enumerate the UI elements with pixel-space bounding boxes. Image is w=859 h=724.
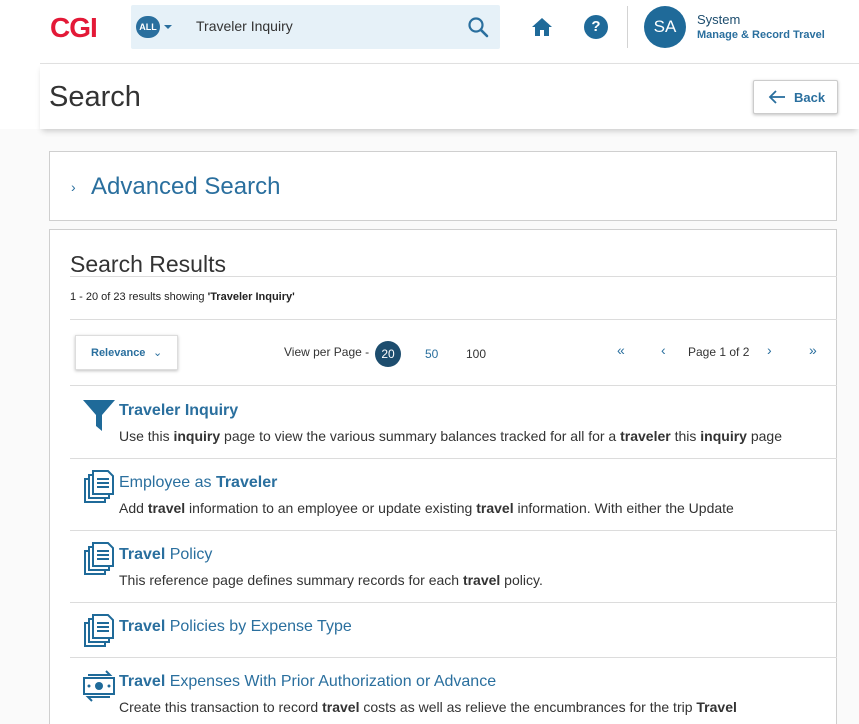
document-stack-icon: [84, 614, 114, 647]
search-icon[interactable]: [467, 16, 489, 38]
sort-dropdown[interactable]: Relevance ⌄: [75, 335, 178, 370]
last-page-icon[interactable]: »: [809, 342, 817, 358]
document-stack-icon: [84, 470, 114, 503]
result-description-part: travel: [476, 500, 514, 516]
result-description-part: Add: [119, 500, 148, 516]
divider: [70, 319, 837, 320]
result-description-part: Use this: [119, 428, 174, 444]
first-page-icon[interactable]: «: [617, 342, 625, 358]
result-title-link[interactable]: Travel Policies by Expense Type: [119, 618, 352, 636]
result-description-part: travel: [147, 500, 186, 516]
results-count: 1 - 20 of 23 results showing: [70, 291, 208, 303]
result-title-link[interactable]: Travel Expenses With Prior Authorization…: [119, 673, 496, 691]
result-row[interactable]: Travel Policy This reference page defines…: [70, 530, 837, 602]
result-title-part: Policy: [165, 546, 213, 563]
result-title-part: Traveler: [215, 474, 278, 491]
home-icon[interactable]: [530, 16, 554, 38]
search-results-title: Search Results: [70, 251, 226, 277]
top-bar: CGI ALL Traveler Inquiry ? SA System Man…: [0, 0, 859, 64]
divider: [70, 276, 837, 277]
result-row[interactable]: Traveler Inquiry Use this inquiry page to…: [70, 386, 837, 458]
result-description-part: policy.: [500, 572, 543, 588]
chevron-right-icon[interactable]: ›: [71, 179, 76, 195]
result-title-part: Expenses With Prior Authorization or Adv…: [165, 673, 497, 690]
previous-page-icon[interactable]: ‹: [661, 342, 666, 358]
cgi-logo[interactable]: CGI: [50, 12, 98, 44]
result-title-part: Travel: [119, 673, 166, 690]
user-name: System: [697, 12, 741, 27]
result-description-part: travel: [462, 572, 501, 588]
result-title-part: Policies by Expense Type: [165, 618, 352, 635]
header-divider: [627, 6, 628, 48]
user-role: Manage & Record Travel: [697, 29, 825, 41]
back-button[interactable]: Back: [753, 80, 838, 114]
advanced-search-title[interactable]: Advanced Search: [91, 173, 280, 201]
result-title-part: Travel: [119, 618, 166, 635]
page-size-50[interactable]: 50: [425, 347, 438, 361]
page-size-20[interactable]: 20: [375, 341, 401, 367]
result-description-part: inquiry: [173, 428, 221, 444]
page-size-100[interactable]: 100: [466, 347, 486, 361]
search-input[interactable]: Traveler Inquiry: [196, 18, 293, 34]
result-description: Create this transaction to record travel…: [119, 699, 737, 715]
chevron-down-icon: ⌄: [153, 347, 163, 359]
page-title: Search: [49, 81, 141, 113]
filter-funnel-icon: [83, 400, 115, 431]
result-row[interactable]: Travel Expenses With Prior Authorization…: [70, 657, 837, 724]
result-description-part: information to an employee or update exi…: [185, 500, 477, 516]
document-stack-icon: [84, 542, 114, 575]
arrow-left-icon: [768, 90, 785, 104]
next-page-icon[interactable]: ›: [767, 342, 772, 358]
advanced-search-panel[interactable]: › Advanced Search: [49, 151, 837, 221]
result-description-part: This reference page defines summary reco…: [119, 572, 463, 588]
user-avatar[interactable]: SA: [644, 6, 686, 48]
result-title-link[interactable]: Travel Policy: [119, 546, 212, 564]
result-description-part: travel: [322, 699, 360, 715]
result-description-part: traveler: [620, 428, 671, 444]
result-title-part: Traveler Inquiry: [119, 402, 239, 419]
search-results-panel: Search Results 1 - 20 of 23 results show…: [49, 229, 837, 724]
results-query: 'Traveler Inquiry': [207, 291, 295, 303]
result-description-part: this: [670, 428, 701, 444]
result-description: Use this inquiry page to view the variou…: [119, 428, 782, 444]
sort-label: Relevance: [91, 347, 146, 359]
result-title-part: Employee as: [119, 474, 216, 491]
result-title-part: Travel: [119, 546, 166, 563]
result-row[interactable]: Employee as Traveler Add travel informati…: [70, 458, 837, 530]
back-label: Back: [794, 90, 826, 105]
results-summary: 1 - 20 of 23 results showing 'Traveler I…: [70, 291, 295, 303]
result-title-link[interactable]: Traveler Inquiry: [119, 402, 238, 420]
result-row[interactable]: Travel Policies by Expense Type: [70, 602, 837, 657]
result-description: Add travel information to an employee or…: [119, 500, 734, 516]
result-title-link[interactable]: Employee as Traveler: [119, 474, 277, 492]
result-description-part: page to view the various summary balance…: [220, 428, 621, 444]
result-description-part: information. With either the Update: [513, 500, 734, 516]
search-scope-dropdown[interactable]: ALL: [136, 16, 160, 38]
global-search-box[interactable]: ALL Traveler Inquiry: [131, 5, 500, 49]
result-description-part: Travel: [696, 699, 737, 715]
result-description-part: costs as well as relieve the encumbrance…: [359, 699, 697, 715]
view-per-page-label: View per Page -: [284, 345, 370, 359]
result-description-part: page: [746, 428, 782, 444]
money-transfer-icon: [83, 670, 115, 702]
help-icon[interactable]: ?: [584, 15, 608, 39]
result-description-part: Create this transaction to record: [119, 699, 323, 715]
caret-down-icon[interactable]: [164, 25, 172, 29]
result-description-part: inquiry: [700, 428, 747, 444]
page-indicator: Page 1 of 2: [688, 345, 750, 359]
page-header: Search Back: [40, 63, 859, 129]
left-gutter: [0, 129, 40, 724]
result-description: This reference page defines summary reco…: [119, 572, 543, 588]
